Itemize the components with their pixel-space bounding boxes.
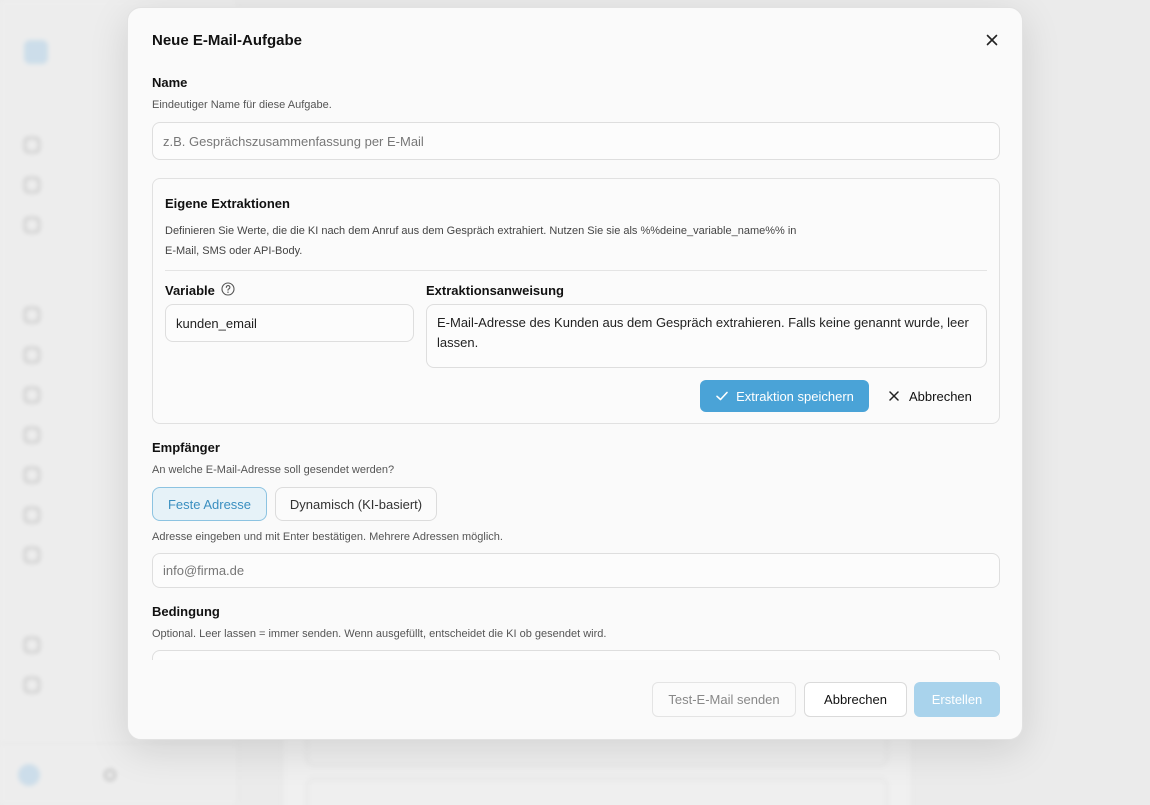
extractions-title: Eigene Extraktionen bbox=[165, 196, 290, 211]
close-button[interactable] bbox=[982, 30, 1002, 50]
extractions-description-line: Definieren Sie Werte, die die KI nach de… bbox=[165, 225, 797, 237]
custom-extractions-card: Eigene Extraktionen Definieren Sie Werte… bbox=[152, 178, 1000, 424]
cancel-extraction-label: Abbrechen bbox=[909, 388, 972, 404]
divider bbox=[165, 270, 987, 271]
recipient-help-text: An welche E-Mail-Adresse soll gesendet w… bbox=[152, 464, 395, 476]
variable-label-text: Variable bbox=[165, 283, 215, 298]
variable-label: Variable bbox=[165, 282, 235, 299]
recipient-hint-text: Adresse eingeben und mit Enter bestätige… bbox=[152, 531, 503, 543]
extractions-description-line: E-Mail, SMS oder API-Body. bbox=[165, 245, 303, 257]
new-email-task-dialog: Neue E-Mail-Aufgabe Name Eindeutiger Nam… bbox=[127, 7, 1023, 740]
create-button[interactable]: Erstellen bbox=[914, 682, 1000, 717]
instruction-textarea[interactable]: E-Mail-Adresse des Kunden aus dem Gesprä… bbox=[426, 304, 987, 368]
condition-label: Bedingung bbox=[152, 604, 220, 619]
instruction-label: Extraktionsanweisung bbox=[426, 283, 564, 298]
name-input[interactable] bbox=[152, 122, 1000, 160]
recipient-email-input[interactable] bbox=[152, 553, 1000, 588]
cancel-extraction-button[interactable]: Abbrechen bbox=[887, 380, 972, 412]
close-icon bbox=[889, 391, 899, 401]
help-circle-icon[interactable] bbox=[221, 282, 235, 299]
variable-input[interactable] bbox=[165, 304, 414, 342]
extractions-description: Definieren Sie Werte, die die KI nach de… bbox=[165, 221, 865, 261]
send-test-email-button[interactable]: Test-E-Mail senden bbox=[652, 682, 796, 717]
condition-input[interactable] bbox=[152, 650, 1000, 660]
save-extraction-label: Extraktion speichern bbox=[736, 388, 854, 404]
name-help-text: Eindeutiger Name für diese Aufgabe. bbox=[152, 99, 332, 111]
name-label: Name bbox=[152, 75, 188, 90]
cancel-button[interactable]: Abbrechen bbox=[804, 682, 907, 717]
save-extraction-button[interactable]: Extraktion speichern bbox=[700, 380, 869, 412]
dialog-title: Neue E-Mail-Aufgabe bbox=[152, 32, 303, 49]
dynamic-address-option[interactable]: Dynamisch (KI-basiert) bbox=[275, 487, 437, 521]
condition-help-text: Optional. Leer lassen = immer senden. We… bbox=[152, 628, 607, 640]
recipient-label: Empfänger bbox=[152, 440, 220, 455]
close-icon bbox=[986, 34, 998, 46]
fixed-address-option[interactable]: Feste Adresse bbox=[152, 487, 267, 521]
check-icon bbox=[716, 391, 728, 401]
